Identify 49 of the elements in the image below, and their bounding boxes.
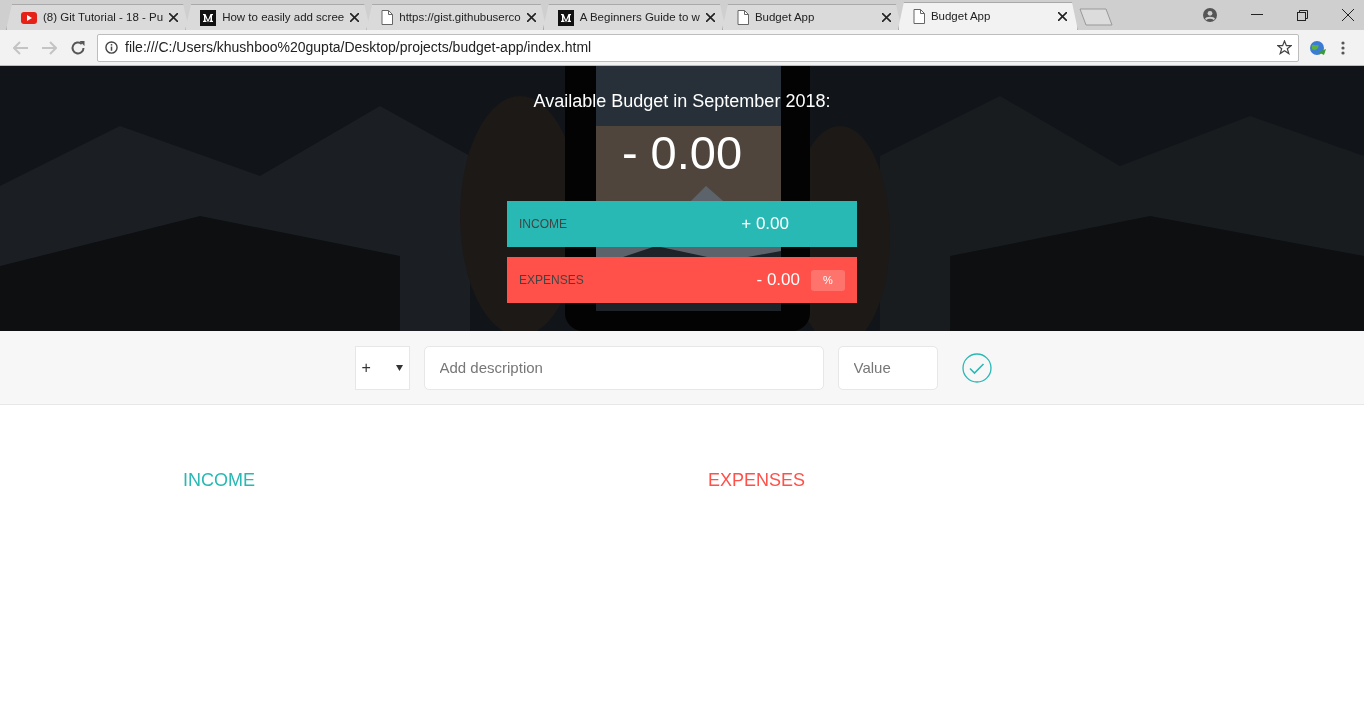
expenses-percentage-badge: % [811, 269, 845, 291]
page-icon [912, 9, 925, 24]
browser-tab[interactable]: A Beginners Guide to w [542, 4, 726, 30]
browser-tab[interactable]: Budget App [721, 4, 902, 30]
close-tab-icon[interactable] [526, 13, 536, 22]
page-icon [381, 10, 394, 25]
browser-tab[interactable]: (8) Git Tutorial - 18 - Pu [6, 4, 190, 30]
income-value: + 0.00 [741, 213, 789, 236]
restore-icon[interactable] [1297, 9, 1308, 21]
browser-tab[interactable]: https://gist.githubuserco [366, 4, 547, 30]
budget-amount: - 0.00 [621, 125, 743, 181]
tab-title: How to easily add scree [222, 9, 345, 25]
add-check-button[interactable] [961, 352, 992, 383]
profile-icon[interactable] [1203, 8, 1217, 22]
value-field[interactable]: Value [837, 345, 938, 390]
type-select[interactable]: + [354, 345, 410, 390]
menu-icon[interactable] [1341, 40, 1345, 55]
expenses-label: EXPENSES [519, 272, 584, 289]
close-tab-icon[interactable] [705, 13, 715, 22]
tab-title: A Beginners Guide to w [579, 9, 700, 25]
expenses-value: - 0.00 [756, 269, 800, 292]
tab-title: https://gist.githubuserco [399, 9, 521, 25]
minimize-icon[interactable] [1251, 14, 1263, 16]
m-logo-icon [200, 9, 217, 26]
tab-title: (8) Git Tutorial - 18 - Pu [43, 9, 164, 25]
description-field[interactable]: Add description [423, 345, 824, 390]
close-icon[interactable] [1342, 9, 1354, 21]
bookmark-star-icon[interactable] [1277, 40, 1292, 55]
income-label: INCOME [519, 216, 567, 233]
address-bar[interactable]: file:///C:/Users/khushboo%20gupta/Desktop/projects/budget-app/index.html [97, 33, 1299, 62]
tab-title: Budget App [754, 9, 815, 25]
url-text: file:///C:/Users/khushboo%20gupta/Desktop/projects/budget-app/index.html [125, 38, 592, 57]
income-list-title: INCOME [183, 469, 256, 492]
reload-icon[interactable] [70, 39, 86, 56]
page-icon [736, 10, 749, 25]
play-logo-icon [21, 11, 37, 24]
close-tab-icon[interactable] [350, 13, 360, 22]
m-logo-icon [557, 9, 574, 26]
tab-title: Budget App [930, 8, 991, 24]
close-tab-icon[interactable] [881, 13, 891, 22]
close-tab-icon[interactable] [1057, 12, 1067, 21]
browser-tab[interactable]: How to easily add scree [185, 4, 371, 30]
globe-icon[interactable] [1309, 39, 1327, 56]
expenses-list-title: EXPENSES [708, 469, 806, 492]
dropdown-arrow-icon [395, 364, 403, 371]
close-tab-icon[interactable] [169, 13, 179, 22]
budget-title: Available Budget in September 2018: [533, 90, 831, 113]
browser-tab[interactable]: Budget App [897, 2, 1078, 30]
info-icon [105, 41, 118, 54]
